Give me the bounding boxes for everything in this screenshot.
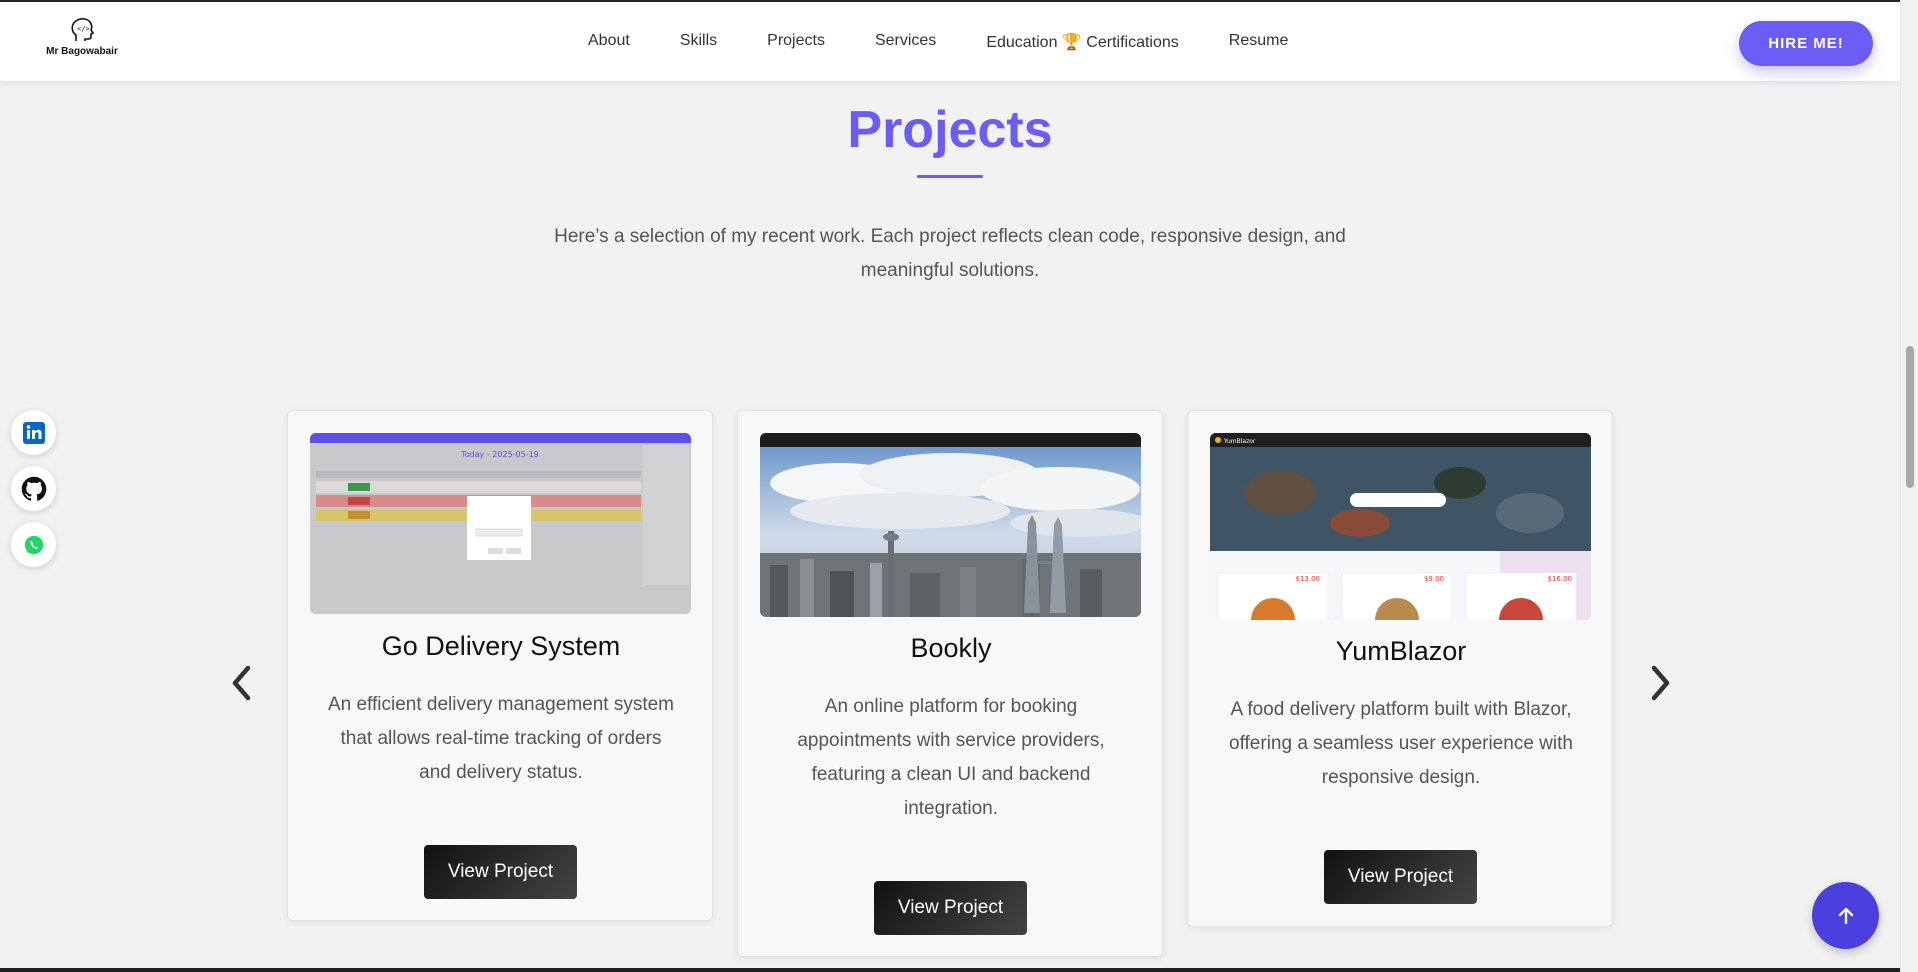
navbar: </> Mr Bagowabair About Skills Projects … [0, 0, 1900, 81]
nav-education-certifications[interactable]: Education 🏆 Certifications [986, 32, 1178, 52]
price-label: $16.00 [1548, 575, 1573, 583]
window-bottom-edge [0, 968, 1900, 972]
section-title: Projects [847, 101, 1053, 159]
food-app-image: YumBlazor $13.00 $9.00 $16.00 [1210, 433, 1591, 620]
scrollbar-thumb[interactable] [1906, 346, 1914, 488]
view-project-button[interactable]: View Project [874, 881, 1027, 935]
project-screenshot: YumBlazor $13.00 $9.00 $16.00 [1210, 433, 1591, 620]
nav-services[interactable]: Services [875, 32, 936, 52]
github-link[interactable] [11, 466, 56, 511]
section-description: Here’s a selection of my recent work. Ea… [554, 226, 1346, 281]
carousel-next-button[interactable] [1641, 658, 1681, 708]
delivery-dashboard-image: Today - 2025-05-19 [310, 433, 691, 614]
svg-text:</>: </> [77, 25, 90, 33]
logo[interactable]: </> Mr Bagowabair [46, 16, 118, 66]
project-description: A food delivery platform built with Blaz… [1229, 699, 1573, 788]
nav-projects[interactable]: Projects [767, 32, 825, 52]
project-screenshot [760, 433, 1141, 617]
project-card-go-delivery: Today - 2025-05-19 Go Delivery System An… [287, 410, 713, 921]
project-title: Bookly [910, 633, 992, 663]
whatsapp-icon [24, 535, 43, 554]
page-scrollbar[interactable] [1900, 0, 1918, 972]
nav-links: About Skills Projects Services Education… [588, 32, 1288, 52]
linkedin-link[interactable] [11, 410, 56, 455]
view-project-button[interactable]: View Project [1324, 850, 1477, 904]
project-screenshot: Today - 2025-05-19 [310, 433, 691, 614]
project-title: YumBlazor [1335, 636, 1467, 666]
project-description: An online platform for booking appointme… [797, 696, 1105, 819]
whatsapp-link[interactable] [11, 522, 56, 567]
project-title: Go Delivery System [381, 631, 621, 661]
project-card-bookly: Bookly An online platform for booking ap… [737, 410, 1163, 957]
dashboard-date-heading: Today - 2025-05-19 [460, 450, 539, 459]
price-label: $13.00 [1296, 575, 1321, 583]
scroll-to-top-button[interactable] [1812, 882, 1879, 949]
view-project-button[interactable]: View Project [424, 845, 577, 899]
nav-skills[interactable]: Skills [680, 32, 717, 52]
title-underline [917, 175, 983, 178]
github-icon [21, 476, 46, 501]
chevron-right-icon [1651, 665, 1670, 701]
hire-me-button[interactable]: HIRE ME! [1739, 21, 1873, 66]
city-skyline-image [760, 433, 1141, 617]
nav-about[interactable]: About [588, 32, 630, 52]
linkedin-icon [22, 421, 45, 444]
page-viewport: </> Mr Bagowabair About Skills Projects … [0, 0, 1900, 972]
arrow-up-icon [1838, 907, 1853, 924]
price-label: $9.00 [1424, 575, 1444, 583]
logo-text: Mr Bagowabair [46, 46, 118, 57]
project-description: An efficient delivery management system … [327, 694, 675, 783]
head-code-icon: </> [71, 18, 95, 41]
carousel-prev-button[interactable] [221, 658, 261, 708]
nav-resume[interactable]: Resume [1229, 32, 1289, 52]
screenshot-brand: YumBlazor [1223, 438, 1256, 445]
chevron-left-icon [232, 665, 251, 701]
project-card-yumblazor: YumBlazor $13.00 $9.00 $16.00 YumBlazor [1187, 410, 1613, 927]
